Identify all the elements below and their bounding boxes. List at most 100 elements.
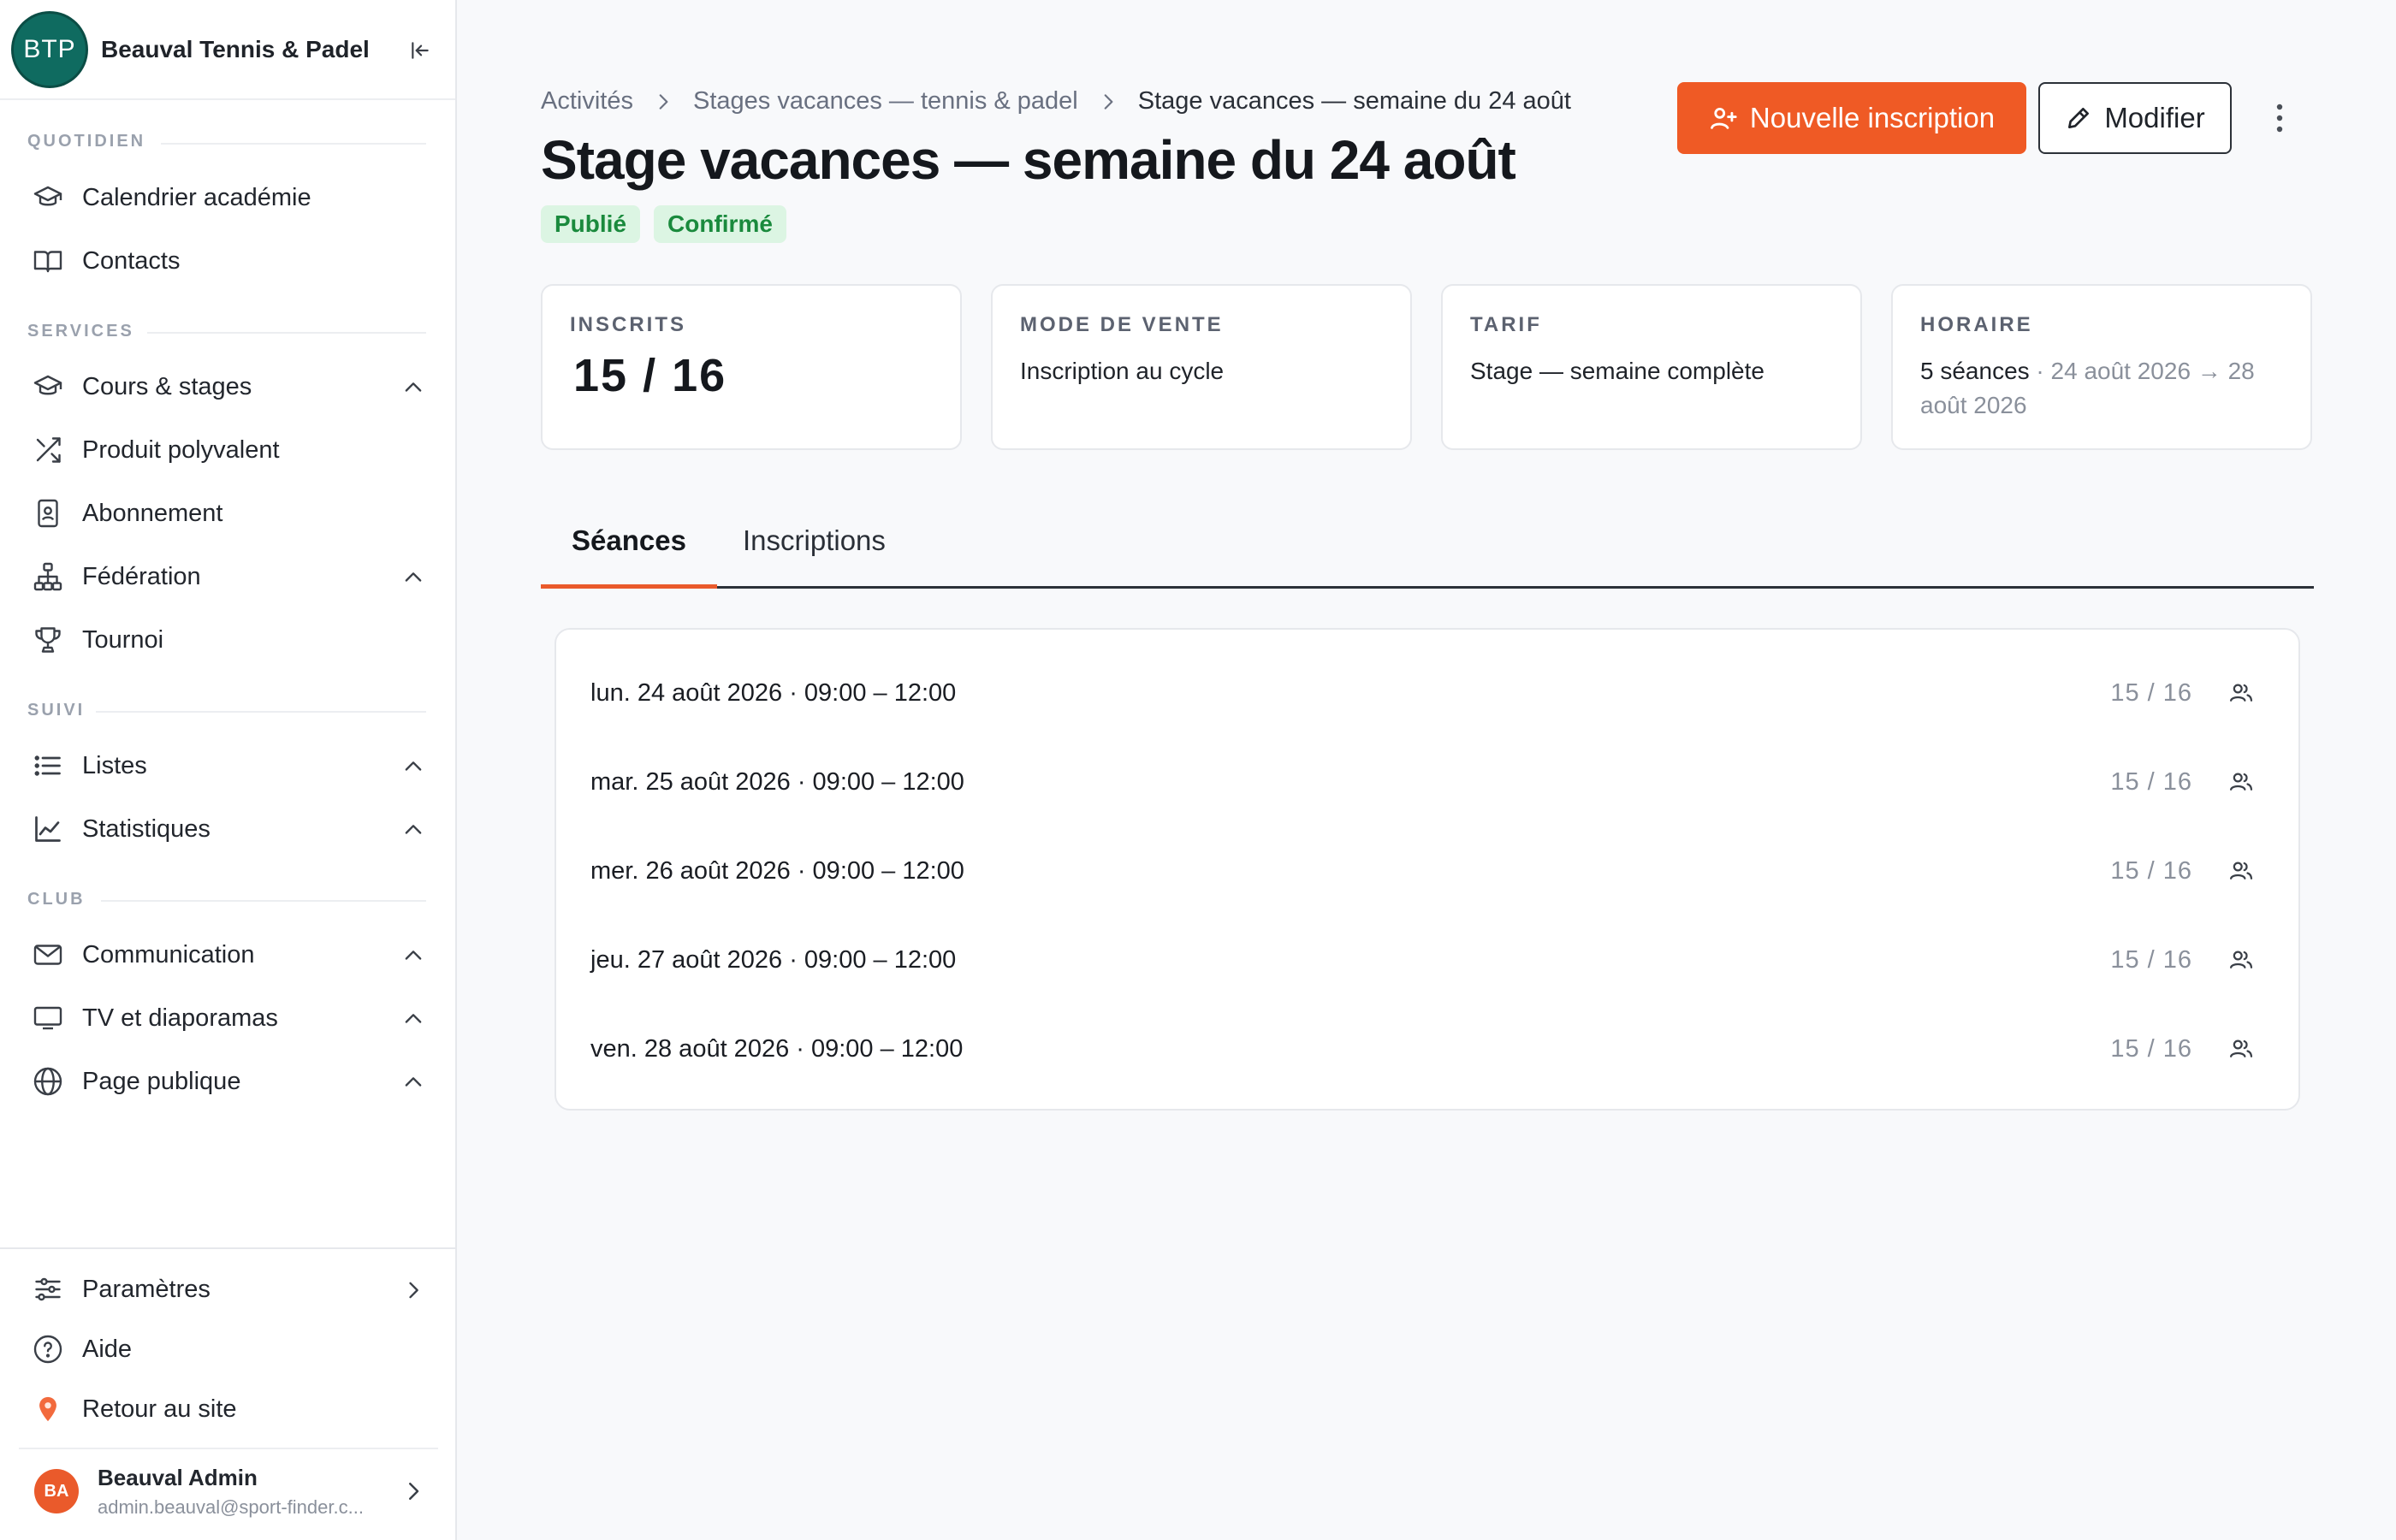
users-icon[interactable]: [2228, 680, 2254, 706]
status-badge-confirme: Confirmé: [654, 205, 786, 243]
chevron-up-icon[interactable]: [400, 817, 426, 843]
user-meta: Beauval Admin admin.beauval@sport-finder…: [98, 1465, 364, 1519]
monitor-icon: [31, 1001, 65, 1035]
sidebar-item-label: Aide: [82, 1335, 133, 1363]
sidebar-item-label: Cours & stages: [82, 372, 252, 400]
session-datetime: ven. 28 août 2026 · 09:00 – 12:00: [590, 1034, 964, 1063]
card-value: Inscription au cycle: [1020, 358, 1225, 384]
chevron-up-icon[interactable]: [400, 375, 426, 400]
section-divider: [96, 711, 426, 713]
sidebar: BTP Beauval Tennis & Padel QUOTIDIEN Cal…: [0, 0, 457, 1540]
sidebar-item-retour-site[interactable]: Retour au site: [21, 1383, 436, 1435]
status-badge-publie: Publié: [541, 205, 641, 243]
sidebar-item-label: Calendrier académie: [82, 183, 311, 211]
new-registration-label: Nouvelle inscription: [1749, 102, 1996, 133]
chevron-up-icon[interactable]: [400, 943, 426, 968]
sidebar-item-label: Fédération: [82, 562, 201, 590]
tab-inscriptions[interactable]: Inscriptions: [743, 493, 886, 589]
chevron-up-icon[interactable]: [400, 1069, 426, 1095]
pencil-icon: [2065, 104, 2092, 132]
session-datetime: lun. 24 août 2026 · 09:00 – 12:00: [590, 678, 957, 707]
user-menu[interactable]: BA Beauval Admin admin.beauval@sport-fin…: [19, 1448, 438, 1533]
card-tarif: TARIF Stage — semaine complète: [1441, 284, 1862, 450]
chevron-right-icon[interactable]: [400, 1277, 426, 1303]
sidebar-item-abonnement[interactable]: Abonnement: [21, 488, 436, 539]
users-icon[interactable]: [2228, 858, 2254, 884]
session-row[interactable]: mar. 25 août 2026 · 09:00 – 12:00 15 / 1…: [556, 737, 2302, 826]
users-icon[interactable]: [2228, 947, 2254, 973]
chevron-up-icon[interactable]: [400, 754, 426, 779]
session-count: 15 / 16: [2110, 856, 2192, 885]
session-row[interactable]: ven. 28 août 2026 · 09:00 – 12:00 15 / 1…: [556, 1004, 2302, 1093]
card-value: 15 / 16: [573, 350, 727, 401]
sidebar-item-aide[interactable]: Aide: [21, 1324, 436, 1375]
section-services: SERVICES: [27, 322, 134, 341]
sidebar-item-federation[interactable]: Fédération: [21, 551, 436, 602]
sidebar-item-label: Statistiques: [82, 814, 211, 843]
footer-divider: [0, 1247, 457, 1249]
book-icon: [31, 244, 65, 278]
shuffle-icon: [31, 433, 65, 467]
avatar: BA: [34, 1469, 79, 1513]
club-name: Beauval Tennis & Padel: [101, 35, 370, 62]
card-value: Stage — semaine complète: [1470, 358, 1764, 384]
breadcrumb-activites[interactable]: Activités: [541, 87, 633, 116]
user-name: Beauval Admin: [98, 1464, 258, 1490]
session-row[interactable]: jeu. 27 août 2026 · 09:00 – 12:00 15 / 1…: [556, 915, 2302, 1004]
more-options-icon[interactable]: [2259, 98, 2300, 139]
card-horaire: HORAIRE 5 séances · 24 août 2026 → 28 ao…: [1891, 284, 2312, 450]
users-icon[interactable]: [2228, 769, 2254, 795]
collapse-sidebar-icon[interactable]: [406, 36, 435, 65]
sidebar-item-statistiques[interactable]: Statistiques: [21, 803, 436, 855]
sidebar-item-tv-diaporamas[interactable]: TV et diaporamas: [21, 992, 436, 1044]
help-circle-icon: [31, 1332, 65, 1366]
breadcrumb-stages-vacances[interactable]: Stages vacances — tennis & padel: [693, 87, 1078, 116]
sessions-list: lun. 24 août 2026 · 09:00 – 12:00 15 / 1…: [555, 628, 2300, 1111]
sidebar-item-label: TV et diaporamas: [82, 1004, 278, 1032]
session-datetime: mer. 26 août 2026 · 09:00 – 12:00: [590, 856, 964, 885]
card-mode-vente: MODE DE VENTE Inscription au cycle: [991, 284, 1412, 450]
sidebar-item-communication[interactable]: Communication: [21, 929, 436, 980]
sidebar-item-parametres[interactable]: Paramètres: [21, 1264, 436, 1315]
chevron-right-icon[interactable]: [400, 1478, 426, 1504]
status-badges: Publié Confirmé: [541, 205, 786, 243]
club-logo[interactable]: BTP: [14, 13, 86, 86]
sidebar-item-tournoi[interactable]: Tournoi: [21, 614, 436, 666]
sidebar-item-label: Produit polyvalent: [82, 435, 280, 464]
tab-seances[interactable]: Séances: [572, 493, 686, 589]
tabs: Séances Inscriptions: [541, 493, 2314, 589]
chevron-up-icon[interactable]: [400, 1006, 426, 1032]
sidebar-item-label: Tournoi: [82, 625, 164, 654]
sidebar-header: BTP Beauval Tennis & Padel: [0, 0, 455, 100]
sidebar-item-page-publique[interactable]: Page publique: [21, 1056, 436, 1107]
users-icon[interactable]: [2228, 1036, 2254, 1062]
card-label: INSCRITS: [570, 313, 687, 336]
sidebar-item-calendrier[interactable]: Calendrier académie: [21, 172, 436, 223]
section-divider: [101, 900, 426, 902]
section-club: CLUB: [27, 890, 86, 909]
sliders-icon: [31, 1272, 65, 1306]
new-registration-button[interactable]: Nouvelle inscription: [1677, 82, 2026, 154]
sidebar-item-label: Page publique: [82, 1067, 241, 1095]
sidebar-item-label: Communication: [82, 940, 255, 968]
sidebar-item-cours-stages[interactable]: Cours & stages: [21, 361, 436, 412]
trophy-icon: [31, 623, 65, 657]
chevron-right-icon: [1097, 91, 1119, 113]
sidebar-item-label: Paramètres: [82, 1275, 211, 1303]
breadcrumb-current: Stage vacances — semaine du 24 août: [1137, 87, 1571, 115]
card-label: MODE DE VENTE: [1020, 313, 1224, 336]
session-row[interactable]: lun. 24 août 2026 · 09:00 – 12:00 15 / 1…: [556, 649, 2302, 737]
sidebar-item-produit-polyvalent[interactable]: Produit polyvalent: [21, 424, 436, 476]
summary-cards: INSCRITS 15 / 16 MODE DE VENTE Inscripti…: [541, 284, 2312, 450]
list-icon: [31, 749, 65, 783]
globe-icon: [31, 1064, 65, 1099]
id-badge-icon: [31, 496, 65, 530]
session-count: 15 / 16: [2110, 945, 2192, 974]
chevron-up-icon[interactable]: [400, 565, 426, 590]
sidebar-item-listes[interactable]: Listes: [21, 740, 436, 791]
page-title: Stage vacances — semaine du 24 août: [541, 129, 1516, 191]
session-row[interactable]: mer. 26 août 2026 · 09:00 – 12:00 15 / 1…: [556, 826, 2302, 915]
section-suivi: SUIVI: [27, 701, 86, 720]
edit-button[interactable]: Modifier: [2038, 82, 2232, 154]
sidebar-item-contacts[interactable]: Contacts: [21, 235, 436, 287]
